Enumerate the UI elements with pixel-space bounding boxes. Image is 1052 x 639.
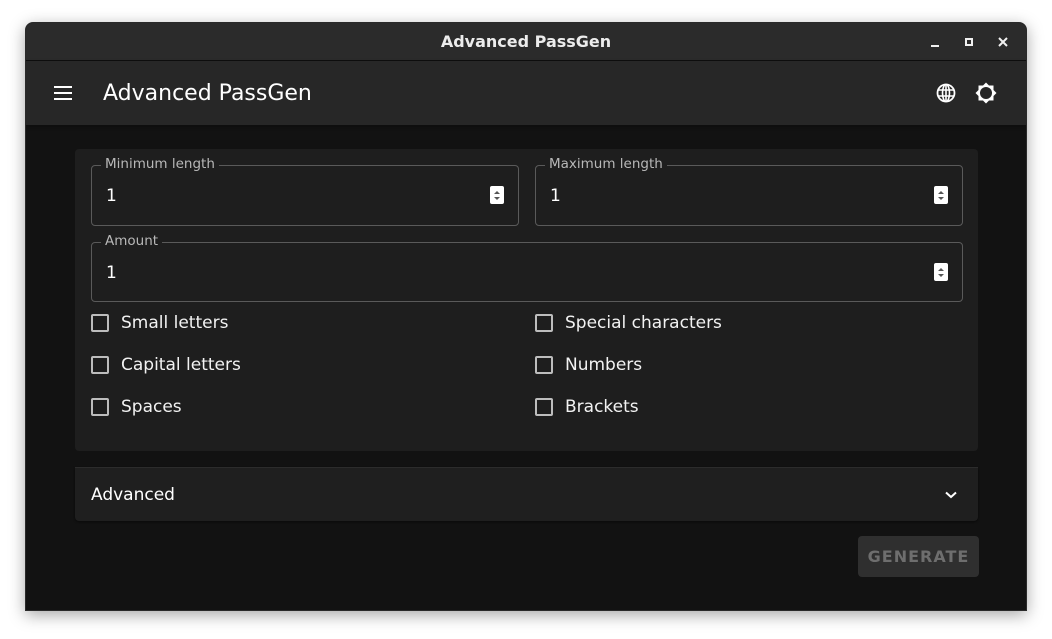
window-controls bbox=[918, 23, 1020, 61]
appbar-actions bbox=[934, 81, 998, 105]
globe-icon bbox=[936, 83, 956, 103]
close-icon bbox=[998, 37, 1008, 47]
checkbox-icon[interactable] bbox=[91, 356, 109, 374]
checkbox-brackets[interactable]: Brackets bbox=[535, 395, 639, 419]
min-length-input[interactable] bbox=[106, 186, 466, 206]
app-bar: Advanced PassGen bbox=[26, 61, 1026, 125]
window-title: Advanced PassGen bbox=[440, 32, 612, 51]
advanced-expansion-panel[interactable]: Advanced bbox=[75, 467, 978, 521]
checkbox-icon[interactable] bbox=[91, 314, 109, 332]
main-content: Minimum length Maximum length Amount bbox=[26, 125, 1026, 610]
options-card: Minimum length Maximum length Amount bbox=[75, 149, 978, 451]
brightness-icon bbox=[975, 82, 997, 104]
max-length-input[interactable] bbox=[550, 186, 910, 206]
app-title: Advanced PassGen bbox=[103, 80, 312, 106]
spin-down-icon bbox=[494, 196, 500, 200]
min-length-label: Minimum length bbox=[101, 156, 219, 172]
window-titlebar[interactable]: Advanced PassGen bbox=[26, 23, 1026, 61]
amount-input[interactable] bbox=[106, 263, 466, 283]
checkbox-spaces[interactable]: Spaces bbox=[91, 395, 182, 419]
checkbox-icon[interactable] bbox=[535, 398, 553, 416]
min-length-spinner[interactable] bbox=[490, 186, 504, 204]
min-length-field[interactable]: Minimum length bbox=[91, 156, 519, 226]
checkbox-small-letters[interactable]: Small letters bbox=[91, 311, 228, 335]
amount-label: Amount bbox=[101, 233, 163, 249]
max-length-spinner[interactable] bbox=[934, 186, 948, 204]
max-length-label: Maximum length bbox=[545, 156, 667, 172]
checkbox-icon[interactable] bbox=[91, 398, 109, 416]
amount-field[interactable]: Amount bbox=[91, 233, 963, 302]
spin-down-icon bbox=[938, 196, 944, 200]
checkbox-special-characters[interactable]: Special characters bbox=[535, 311, 722, 335]
theme-button[interactable] bbox=[974, 81, 998, 105]
checkbox-capital-letters[interactable]: Capital letters bbox=[91, 353, 241, 377]
checkbox-icon[interactable] bbox=[535, 314, 553, 332]
spin-up-icon bbox=[938, 267, 944, 271]
hamburger-menu-icon bbox=[54, 86, 72, 88]
amount-spinner[interactable] bbox=[934, 263, 948, 281]
generate-button[interactable]: GENERATE bbox=[858, 536, 979, 577]
max-length-field[interactable]: Maximum length bbox=[535, 156, 963, 226]
close-button[interactable] bbox=[986, 23, 1020, 61]
maximize-icon bbox=[965, 38, 973, 46]
app-window: Advanced PassGen Advanced PassGen Minimu… bbox=[25, 22, 1027, 611]
spin-up-icon bbox=[494, 190, 500, 194]
advanced-title: Advanced bbox=[91, 484, 175, 505]
language-button[interactable] bbox=[934, 81, 958, 105]
checkbox-numbers[interactable]: Numbers bbox=[535, 353, 642, 377]
menu-button[interactable] bbox=[51, 81, 75, 105]
maximize-button[interactable] bbox=[952, 23, 986, 61]
minimize-icon bbox=[931, 45, 939, 47]
spin-up-icon bbox=[938, 190, 944, 194]
chevron-down-icon[interactable] bbox=[944, 488, 958, 502]
minimize-button[interactable] bbox=[918, 23, 952, 61]
checkbox-icon[interactable] bbox=[535, 356, 553, 374]
spin-down-icon bbox=[938, 273, 944, 277]
